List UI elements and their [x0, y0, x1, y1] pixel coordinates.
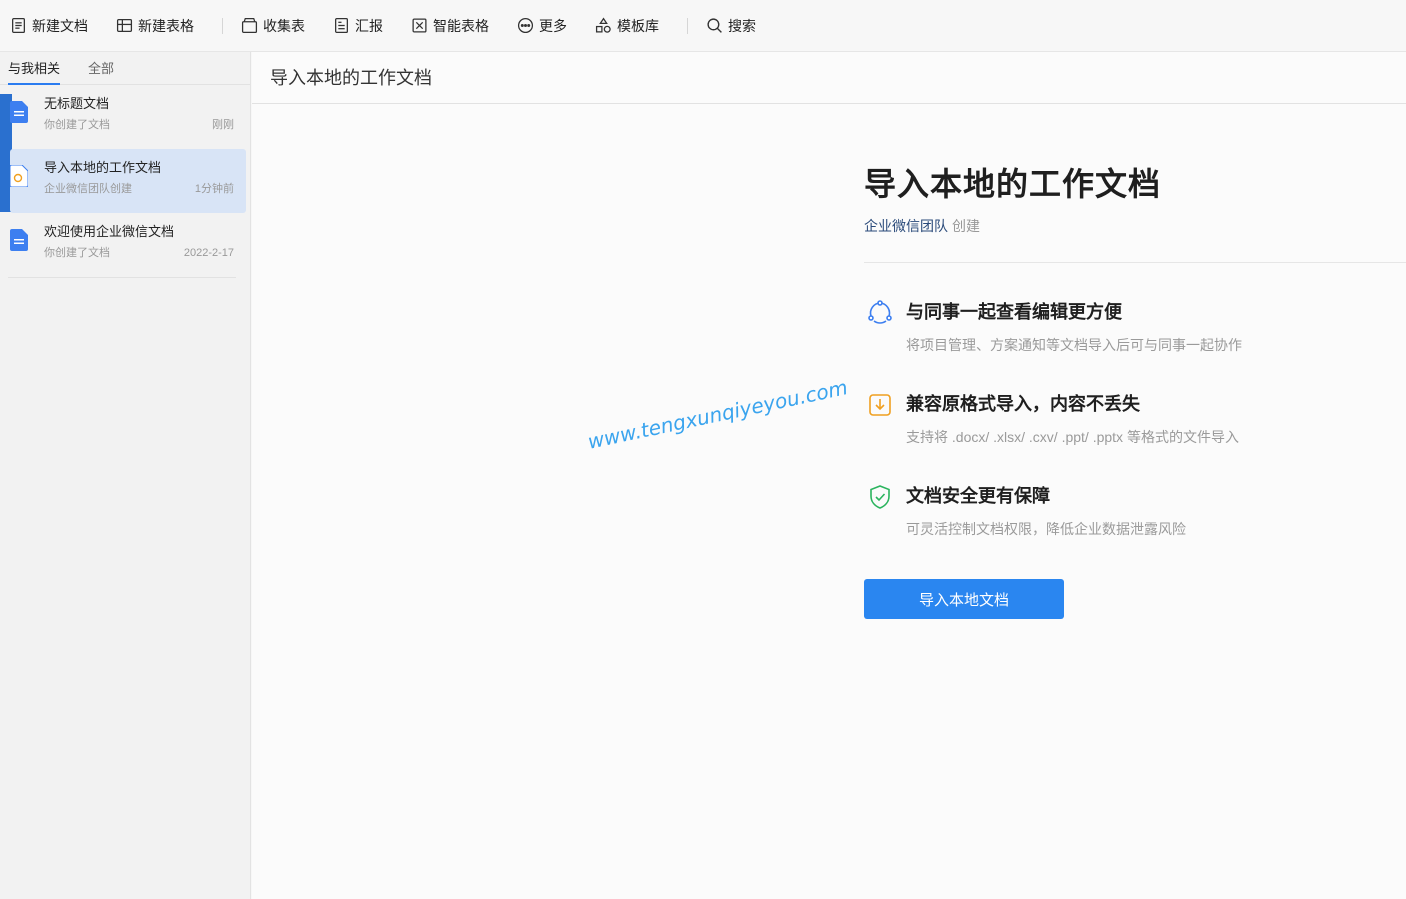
- feature-description: 可灵活控制文档权限，降低企业数据泄露风险: [906, 521, 1186, 537]
- search-button[interactable]: 搜索: [706, 0, 766, 52]
- doc-title: 欢迎使用企业微信文档: [44, 224, 175, 239]
- smart-sheet-button[interactable]: 智能表格: [411, 0, 499, 52]
- document-card: 导入本地的工作文档 企业微信团队 创建 与同事一起查看编辑更方便 将项目管理、方案…: [864, 162, 1406, 619]
- author-name[interactable]: 企业微信团队: [864, 218, 948, 234]
- new-sheet-label: 新建表格: [138, 17, 194, 34]
- report-icon: [335, 17, 348, 34]
- import-document-icon: [10, 165, 28, 187]
- doc-time: 2022-2-17: [183, 247, 234, 259]
- feature-title: 文档安全更有保障: [906, 486, 1050, 506]
- doc-meta: 企业微信团队创建: [44, 183, 132, 195]
- doc-time: 刚刚: [212, 119, 234, 131]
- toolbar-divider: [222, 17, 223, 34]
- list-divider: [8, 277, 236, 278]
- report-button[interactable]: 汇报: [333, 0, 393, 52]
- doc-meta: 你创建了文档: [44, 247, 110, 259]
- feature-title: 兼容原格式导入，内容不丢失: [906, 394, 1140, 414]
- doc-list-item[interactable]: 无标题文档 你创建了文档 刚刚: [0, 85, 246, 149]
- toolbar-divider: [687, 17, 688, 34]
- new-doc-label: 新建文档: [32, 17, 88, 34]
- tab-all[interactable]: 全部: [88, 58, 114, 84]
- share-icon: [868, 300, 892, 324]
- feature-format-import: 兼容原格式导入，内容不丢失 支持将 .docx/ .xlsx/ .cxv/ .p…: [864, 391, 1406, 447]
- more-button[interactable]: 更多: [517, 0, 577, 52]
- search-icon: [707, 18, 722, 33]
- search-label: 搜索: [728, 17, 756, 34]
- feature-title: 与同事一起查看编辑更方便: [906, 302, 1122, 322]
- new-sheet-button[interactable]: 新建表格: [116, 0, 204, 52]
- doc-list-item-selected[interactable]: 导入本地的工作文档 企业微信团队创建 1分钟前: [10, 149, 246, 213]
- form-label: 收集表: [263, 17, 305, 34]
- doc-title: 无标题文档: [44, 96, 110, 111]
- new-doc-button[interactable]: 新建文档: [10, 0, 98, 52]
- new-doc-icon: [12, 17, 25, 34]
- feature-collaboration: 与同事一起查看编辑更方便 将项目管理、方案通知等文档导入后可与同事一起协作: [864, 299, 1406, 355]
- tab-related-to-me[interactable]: 与我相关: [8, 58, 61, 85]
- template-icon: [595, 17, 611, 33]
- doc-title: 导入本地的工作文档: [44, 160, 162, 175]
- smart-sheet-label: 智能表格: [433, 17, 489, 34]
- more-icon: [517, 17, 534, 34]
- sidebar: 与我相关 全部 无标题文档 你创建了文档 刚刚 导入本地的工作文档 企业微信团队创…: [0, 52, 251, 899]
- report-label: 汇报: [355, 17, 383, 34]
- document-author: 企业微信团队 创建: [864, 216, 1406, 236]
- document-icon: [10, 101, 28, 123]
- created-label: 创建: [952, 218, 980, 234]
- main-content: 导入本地的工作文档 导入本地的工作文档 企业微信团队 创建 与同事一起查看编辑更方…: [252, 52, 1406, 899]
- toolbar: 新建文档 新建表格 收集表 汇报 智能表格 更多 模板库 搜索: [0, 0, 1406, 52]
- document-heading: 导入本地的工作文档: [864, 166, 1162, 202]
- form-button[interactable]: 收集表: [241, 0, 315, 52]
- sidebar-tabs: 与我相关 全部: [0, 52, 250, 85]
- more-label: 更多: [539, 17, 567, 34]
- page-title: 导入本地的工作文档: [252, 52, 1406, 104]
- shield-icon: [870, 485, 890, 509]
- import-local-doc-button[interactable]: 导入本地文档: [864, 579, 1064, 619]
- form-icon: [241, 17, 258, 34]
- import-icon: [869, 394, 891, 416]
- template-label: 模板库: [617, 17, 659, 34]
- smart-sheet-icon: [412, 18, 427, 33]
- new-sheet-icon: [116, 19, 133, 32]
- document-icon: [10, 229, 28, 251]
- card-divider: [864, 262, 1406, 263]
- template-button[interactable]: 模板库: [595, 0, 669, 52]
- feature-security: 文档安全更有保障 可灵活控制文档权限，降低企业数据泄露风险: [864, 483, 1406, 539]
- feature-description: 将项目管理、方案通知等文档导入后可与同事一起协作: [906, 337, 1242, 353]
- doc-meta: 你创建了文档: [44, 119, 110, 131]
- doc-list-item[interactable]: 欢迎使用企业微信文档 你创建了文档 2022-2-17: [0, 213, 246, 277]
- feature-description: 支持将 .docx/ .xlsx/ .cxv/ .ppt/ .pptx 等格式的…: [906, 429, 1239, 445]
- doc-time: 1分钟前: [194, 183, 234, 195]
